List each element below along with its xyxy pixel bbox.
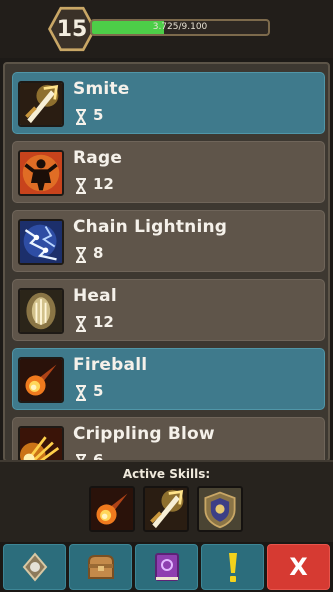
close-button[interactable]: X — [267, 544, 330, 590]
skill-cooldown: 8 — [93, 244, 104, 262]
active-slot-fireball-icon[interactable] — [89, 486, 135, 532]
skill-name: Fireball — [73, 355, 148, 375]
smite-icon — [18, 81, 64, 127]
skill-card-fireball[interactable]: Fireball 5 — [12, 348, 325, 410]
rage-icon — [18, 150, 64, 196]
skill-name: Chain Lightning — [73, 217, 228, 237]
skill-cooldown: 5 — [93, 382, 104, 400]
inventory-button[interactable] — [69, 544, 132, 590]
heal-icon — [18, 288, 64, 334]
chain-lightning-icon — [18, 219, 64, 265]
skill-name: Rage — [73, 148, 123, 168]
fireball-icon — [18, 357, 64, 403]
active-skills-title: Active Skills: — [122, 467, 211, 481]
skill-cooldown: 12 — [93, 175, 114, 193]
xp-text: 3.725/9.100 — [152, 22, 208, 32]
skill-list-panel[interactable]: Smite 5 Rage 12 Chain Lightning 8 Heal 1… — [3, 62, 330, 462]
map-pin-button[interactable] — [3, 544, 66, 590]
map-pin-icon — [22, 552, 47, 582]
alert-button[interactable] — [201, 544, 264, 590]
inventory-bag-icon — [87, 555, 114, 579]
skill-name: Heal — [73, 286, 117, 306]
skill-name: Smite — [73, 79, 130, 99]
hourglass-icon — [76, 316, 86, 332]
hourglass-icon — [76, 178, 86, 194]
skill-card-smite[interactable]: Smite 5 — [12, 72, 325, 134]
spellbook-icon — [154, 553, 179, 581]
skill-card-chain-lightning[interactable]: Chain Lightning 8 — [12, 210, 325, 272]
active-slot-shield-icon[interactable] — [197, 486, 243, 532]
hourglass-icon — [76, 109, 86, 125]
close-label: X — [289, 553, 308, 581]
active-skills-section: Active Skills: — [0, 460, 333, 542]
hourglass-icon — [76, 247, 86, 263]
alert-icon — [228, 553, 237, 582]
skill-cooldown: 5 — [93, 106, 104, 124]
bottom-nav: X — [0, 542, 333, 592]
active-slot-smite-icon[interactable] — [143, 486, 189, 532]
skill-cooldown: 12 — [93, 313, 114, 331]
level-number: 15 — [56, 16, 88, 42]
top-bar: 15 3.725/9.100 — [0, 0, 333, 58]
skill-card-heal[interactable]: Heal 12 — [12, 279, 325, 341]
skill-name: Crippling Blow — [73, 424, 215, 444]
skill-card-crippling-blow[interactable]: Crippling Blow 6 — [12, 417, 325, 460]
hourglass-icon — [76, 385, 86, 401]
spellbook-button[interactable] — [135, 544, 198, 590]
crippling-blow-icon — [18, 426, 64, 460]
skill-card-rage[interactable]: Rage 12 — [12, 141, 325, 203]
